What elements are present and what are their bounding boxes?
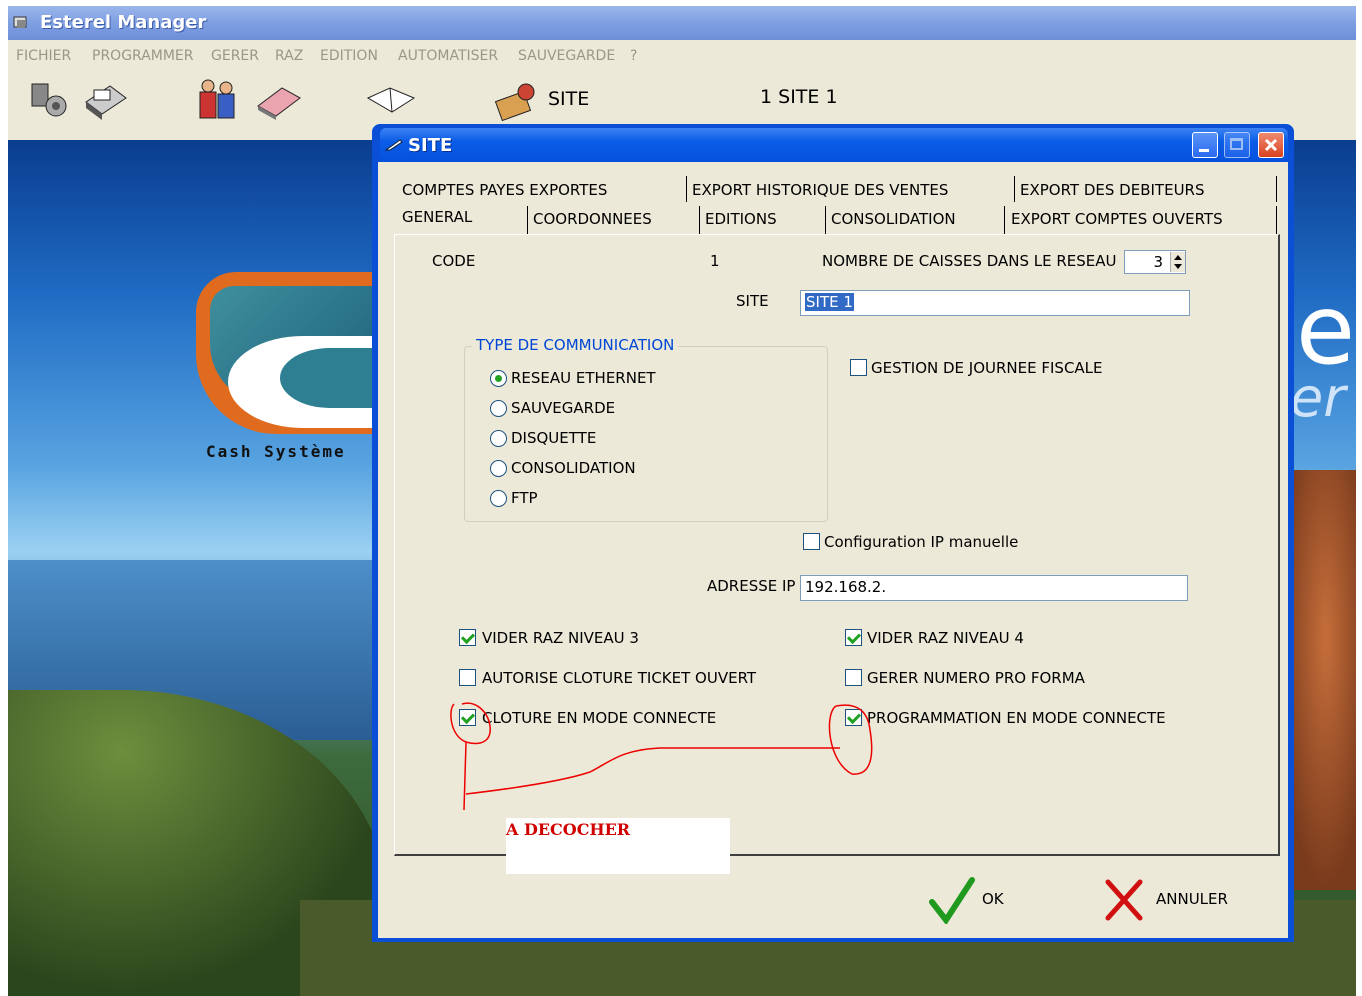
radio-reseau-ethernet[interactable]	[490, 370, 507, 387]
app-title: Esterel Manager	[40, 12, 207, 33]
label-vider-raz-3: VIDER RAZ NIVEAU 3	[482, 629, 639, 647]
label-vider-raz-4: VIDER RAZ NIVEAU 4	[867, 629, 1024, 647]
radio-disquette[interactable]	[490, 430, 507, 447]
nb-caisses-label: NOMBRE DE CAISSES DANS LE RESEAU	[822, 252, 1117, 270]
ok-label: OK	[982, 890, 1004, 908]
label-config-ip-manuelle: Configuration IP manuelle	[824, 533, 1019, 551]
code-label: CODE	[432, 252, 476, 270]
book-icon[interactable]	[364, 84, 418, 118]
site-icon[interactable]	[490, 78, 542, 126]
checkbox-vider-raz-3[interactable]	[459, 629, 476, 646]
ip-address-label: ADRESSE IP	[707, 577, 796, 595]
radio-sauvegarde[interactable]	[490, 400, 507, 417]
menu-fichier[interactable]: FICHIER	[16, 48, 71, 64]
tab-general[interactable]: GENERAL	[402, 208, 472, 226]
tab-export-historique-ventes[interactable]: EXPORT HISTORIQUE DES VENTES	[692, 181, 948, 199]
tab-separator	[699, 206, 700, 234]
maximize-icon	[1230, 138, 1243, 150]
logo-swoosh-inner	[280, 348, 380, 408]
radio-label-consolidation: CONSOLIDATION	[511, 459, 636, 477]
dialog-titlebar[interactable]	[380, 128, 1288, 162]
radio-consolidation[interactable]	[490, 460, 507, 477]
printer-icon[interactable]	[80, 80, 130, 122]
dialog-title: SITE	[408, 135, 453, 156]
minimize-icon	[1199, 149, 1209, 152]
eraser-icon[interactable]	[254, 82, 304, 122]
spinner-arrows-icon	[1174, 255, 1182, 269]
tab-separator	[686, 176, 687, 202]
communication-type-title: TYPE DE COMMUNICATION	[472, 336, 679, 354]
tab-separator	[527, 206, 528, 234]
tab-export-debiteurs[interactable]: EXPORT DES DEBITEURS	[1020, 181, 1205, 199]
menu-gerer[interactable]: GERER	[211, 48, 259, 64]
cancel-x-icon	[1105, 879, 1143, 921]
toolbar-site-label: SITE	[548, 88, 590, 110]
app-icon	[13, 16, 27, 28]
site-label: SITE	[736, 292, 769, 310]
checkmark-icon	[929, 877, 975, 924]
ip-address-input[interactable]: 192.168.2.	[800, 575, 1188, 601]
users-icon[interactable]	[194, 76, 240, 126]
menu-help[interactable]: ?	[630, 48, 637, 64]
spinner-arrows[interactable]	[1170, 252, 1185, 272]
site-name-selected-text: SITE 1	[805, 293, 854, 311]
close-button[interactable]	[1258, 132, 1284, 158]
maximize-button[interactable]	[1224, 132, 1250, 158]
programming-tools-icon[interactable]	[26, 78, 72, 124]
tab-separator	[1014, 176, 1015, 202]
cancel-button[interactable]: ANNULER	[1104, 878, 1234, 926]
label-prog-connecte: PROGRAMMATION EN MODE CONNECTE	[867, 709, 1166, 727]
dialog-icon	[384, 139, 403, 151]
tab-separator	[1276, 206, 1277, 234]
app-titlebar: Esterel Manager	[8, 6, 1356, 40]
checkbox-vider-raz-4[interactable]	[845, 629, 862, 646]
tab-separator	[825, 206, 826, 234]
tab-consolidation[interactable]: CONSOLIDATION	[831, 210, 956, 228]
tab-coordonnees[interactable]: COORDONNEES	[533, 210, 652, 228]
menu-programmer[interactable]: PROGRAMMER	[92, 48, 194, 64]
site-name-input[interactable]: SITE 1	[800, 290, 1190, 316]
close-icon	[1264, 138, 1278, 152]
label-gerer-proforma: GERER NUMERO PRO FORMA	[867, 669, 1085, 687]
annotation-text: A DECOCHER	[506, 820, 631, 839]
current-site-label: 1 SITE 1	[760, 86, 838, 108]
tab-export-comptes-ouverts[interactable]: EXPORT COMPTES OUVERTS	[1011, 210, 1223, 228]
cancel-label: ANNULER	[1156, 890, 1228, 908]
checkbox-autorise-cloture[interactable]	[459, 669, 476, 686]
ok-button[interactable]: OK	[928, 876, 1038, 924]
menu-raz[interactable]: RAZ	[275, 48, 303, 64]
radio-label-disquette: DISQUETTE	[511, 429, 597, 447]
radio-ftp[interactable]	[490, 490, 507, 507]
tab-separator	[1276, 176, 1277, 202]
tab-separator	[1004, 206, 1005, 234]
menu-automatiser[interactable]: AUTOMATISER	[398, 48, 498, 64]
menu-sauvegarde[interactable]: SAUVEGARDE	[518, 48, 615, 64]
checkbox-gestion-journee-fiscale[interactable]	[850, 359, 867, 376]
menu-edition[interactable]: EDITION	[320, 48, 378, 64]
label-gestion-journee-fiscale: GESTION DE JOURNEE FISCALE	[871, 359, 1103, 377]
tab-editions[interactable]: EDITIONS	[705, 210, 777, 228]
label-autorise-cloture: AUTORISE CLOTURE TICKET OUVERT	[482, 669, 757, 687]
minimize-button[interactable]	[1192, 132, 1218, 158]
code-value: 1	[710, 252, 720, 270]
annotation-red-marks	[450, 702, 873, 811]
logo-text: Cash Système	[206, 442, 346, 461]
tab-comptes-payes-exportes[interactable]: COMPTES PAYES EXPORTES	[402, 181, 607, 199]
menu-bar: FICHIER PROGRAMMER GERER RAZ EDITION AUT…	[8, 40, 1356, 72]
radio-label-sauvegarde: SAUVEGARDE	[511, 399, 616, 417]
checkbox-config-ip-manuelle[interactable]	[803, 533, 820, 550]
checkbox-gerer-proforma[interactable]	[845, 669, 862, 686]
radio-label-ftp: FTP	[511, 489, 538, 507]
radio-label-reseau-ethernet: RESEAU ETHERNET	[511, 369, 656, 387]
brand-subtext: er	[1290, 366, 1346, 429]
